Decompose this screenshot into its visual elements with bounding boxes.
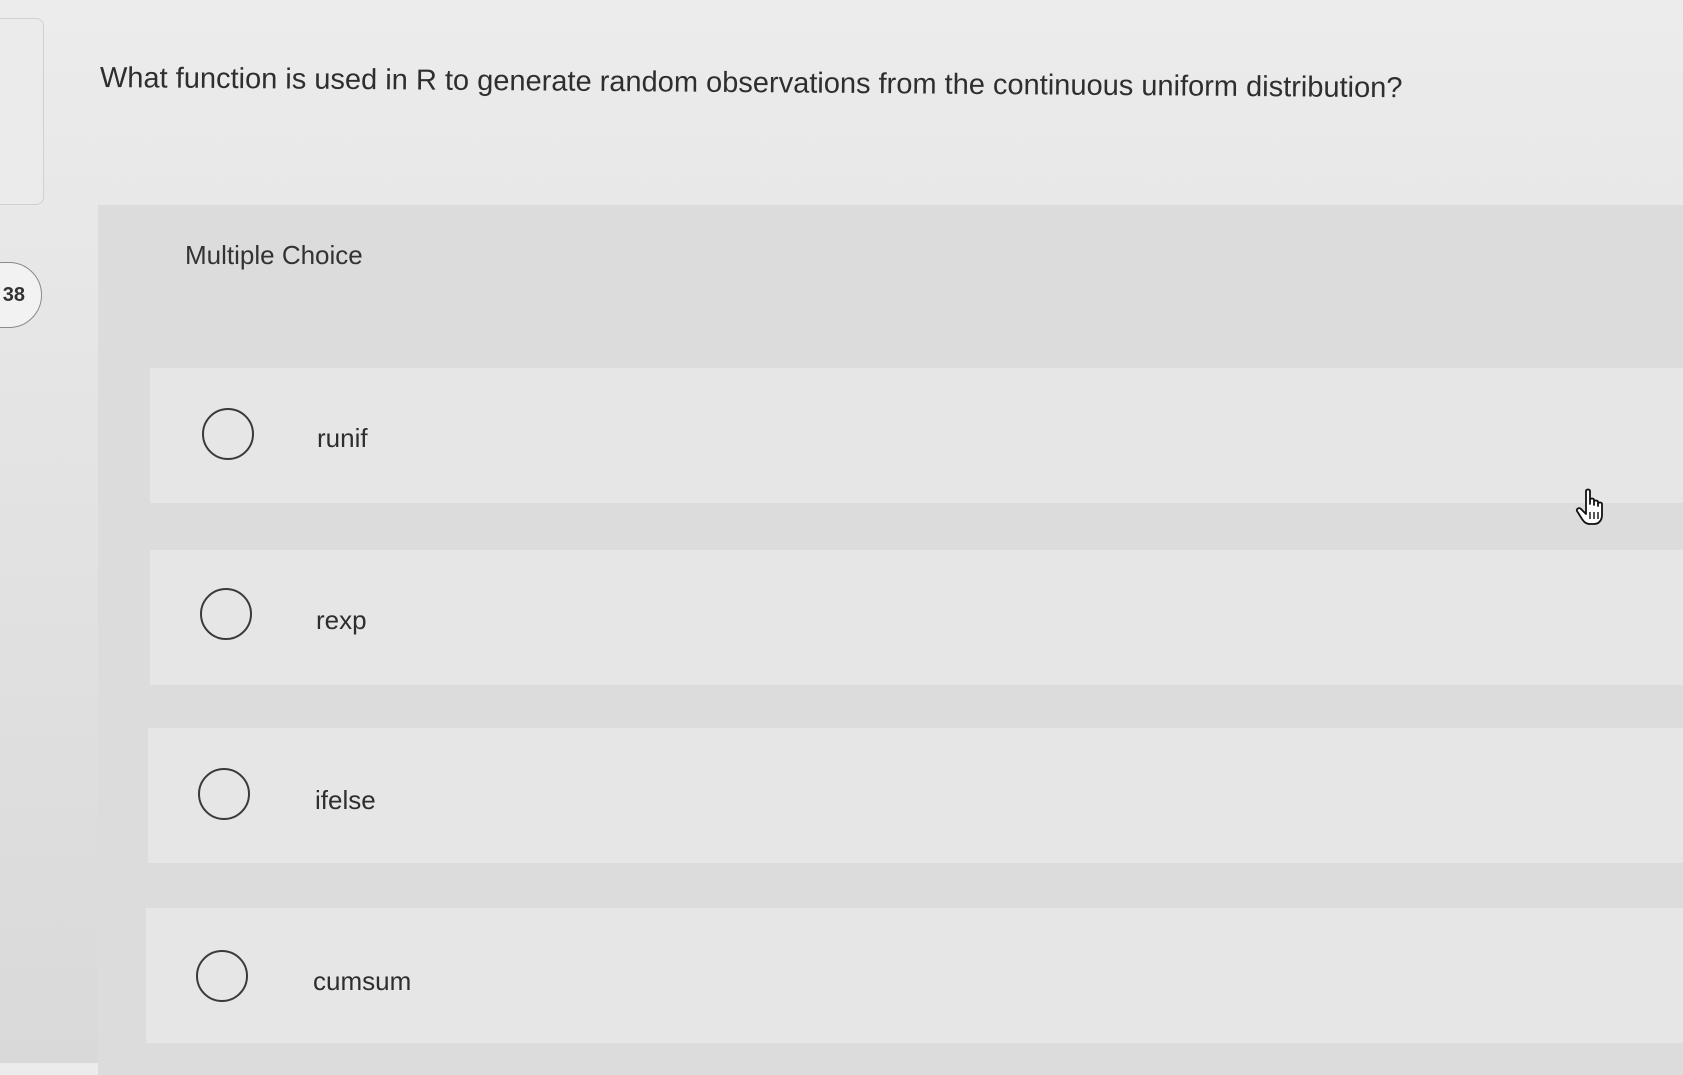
radio-button[interactable] — [202, 408, 254, 460]
question-number-badge[interactable]: 38 — [0, 262, 42, 328]
option-label: cumsum — [313, 966, 412, 996]
radio-button[interactable] — [200, 588, 252, 640]
option-rexp[interactable]: rexp — [150, 550, 1683, 685]
hand-pointer-icon — [1575, 488, 1609, 528]
question-text: What function is used in R to generate r… — [99, 62, 1403, 105]
option-label: runif — [317, 423, 368, 453]
option-label: rexp — [316, 605, 367, 635]
question-number: 38 — [2, 283, 25, 306]
option-runif[interactable]: runif — [150, 368, 1683, 503]
option-ifelse[interactable]: ifelse — [148, 728, 1683, 863]
option-label: ifelse — [315, 785, 376, 815]
question-type-label: Multiple Choice — [185, 240, 363, 270]
option-cumsum[interactable]: cumsum — [146, 908, 1683, 1043]
radio-button[interactable] — [196, 950, 248, 1002]
radio-button[interactable] — [198, 768, 250, 820]
question-nav-panel — [0, 18, 44, 205]
